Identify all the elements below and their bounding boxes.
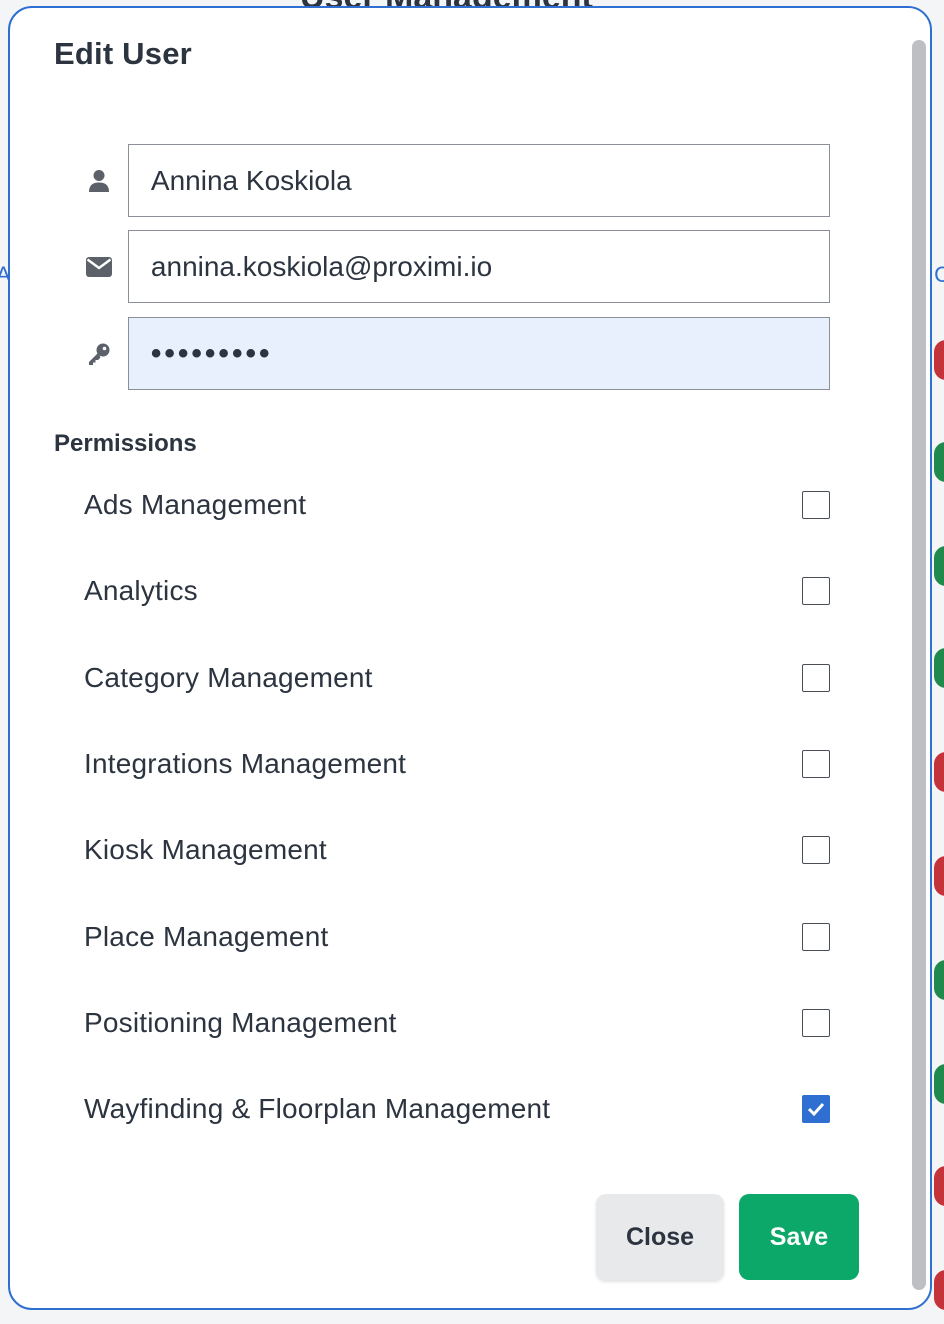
permission-label: Place Management — [84, 921, 329, 952]
key-icon — [70, 342, 128, 366]
permission-row[interactable]: Kiosk Management — [84, 820, 830, 880]
permission-label: Category Management — [84, 662, 373, 693]
background-status-badge — [934, 960, 944, 1000]
background-status-badge — [934, 1064, 944, 1104]
permission-label: Positioning Management — [84, 1007, 397, 1038]
checkmark-icon — [807, 1102, 825, 1116]
permissions-heading: Permissions — [54, 430, 197, 457]
permission-label: Wayfinding & Floorplan Management — [84, 1093, 551, 1124]
user-icon — [70, 169, 128, 193]
permission-checkbox[interactable] — [802, 1095, 830, 1123]
permission-row[interactable]: Ads Management — [84, 475, 830, 535]
password-field-row — [70, 317, 830, 390]
permission-checkbox[interactable] — [802, 664, 830, 692]
permission-row[interactable]: Positioning Management — [84, 993, 830, 1053]
background-status-badge — [934, 752, 944, 792]
modal-content: Edit User Annina Koskiola annina.koskiol… — [10, 8, 908, 1308]
background-status-badge — [934, 442, 944, 482]
permission-label: Integrations Management — [84, 748, 407, 779]
scrollbar-thumb[interactable] — [912, 40, 926, 1290]
email-input[interactable] — [127, 230, 830, 303]
save-button[interactable]: Save — [739, 1194, 859, 1280]
permission-label: Kiosk Management — [84, 834, 327, 865]
permission-row[interactable]: Category Management — [84, 648, 830, 708]
permission-checkbox[interactable] — [802, 836, 830, 864]
permission-label: Analytics — [84, 575, 198, 606]
modal-title: Edit User — [54, 36, 192, 71]
permission-label: Ads Management — [84, 489, 307, 520]
permission-checkbox[interactable] — [802, 491, 830, 519]
background-status-badge — [934, 546, 944, 586]
modal-scrollbar[interactable] — [908, 8, 930, 1308]
permission-checkbox[interactable] — [802, 923, 830, 951]
background-status-badge — [934, 856, 944, 896]
permission-checkbox[interactable] — [802, 577, 830, 605]
permission-row[interactable]: Place Management — [84, 907, 830, 967]
permission-checkbox[interactable] — [802, 1009, 830, 1037]
permission-row[interactable]: Wayfinding & Floorplan Management — [84, 1079, 830, 1139]
background-status-badge — [934, 1270, 944, 1310]
permission-row[interactable]: Analytics — [84, 561, 830, 621]
background-status-badge — [934, 648, 944, 688]
background-right-fragment: C — [934, 262, 944, 287]
background-status-badge — [934, 1166, 944, 1206]
close-button[interactable]: Close — [596, 1194, 724, 1280]
background-status-badge — [934, 340, 944, 380]
email-field-row — [70, 230, 830, 303]
permission-row[interactable]: Integrations Management — [84, 734, 830, 794]
permission-checkbox[interactable] — [802, 750, 830, 778]
name-input[interactable] — [127, 144, 830, 217]
edit-user-modal: Edit User Annina Koskiola annina.koskiol… — [8, 6, 932, 1310]
password-input[interactable] — [127, 317, 830, 390]
envelope-icon — [70, 256, 128, 277]
name-field-row — [70, 144, 830, 217]
